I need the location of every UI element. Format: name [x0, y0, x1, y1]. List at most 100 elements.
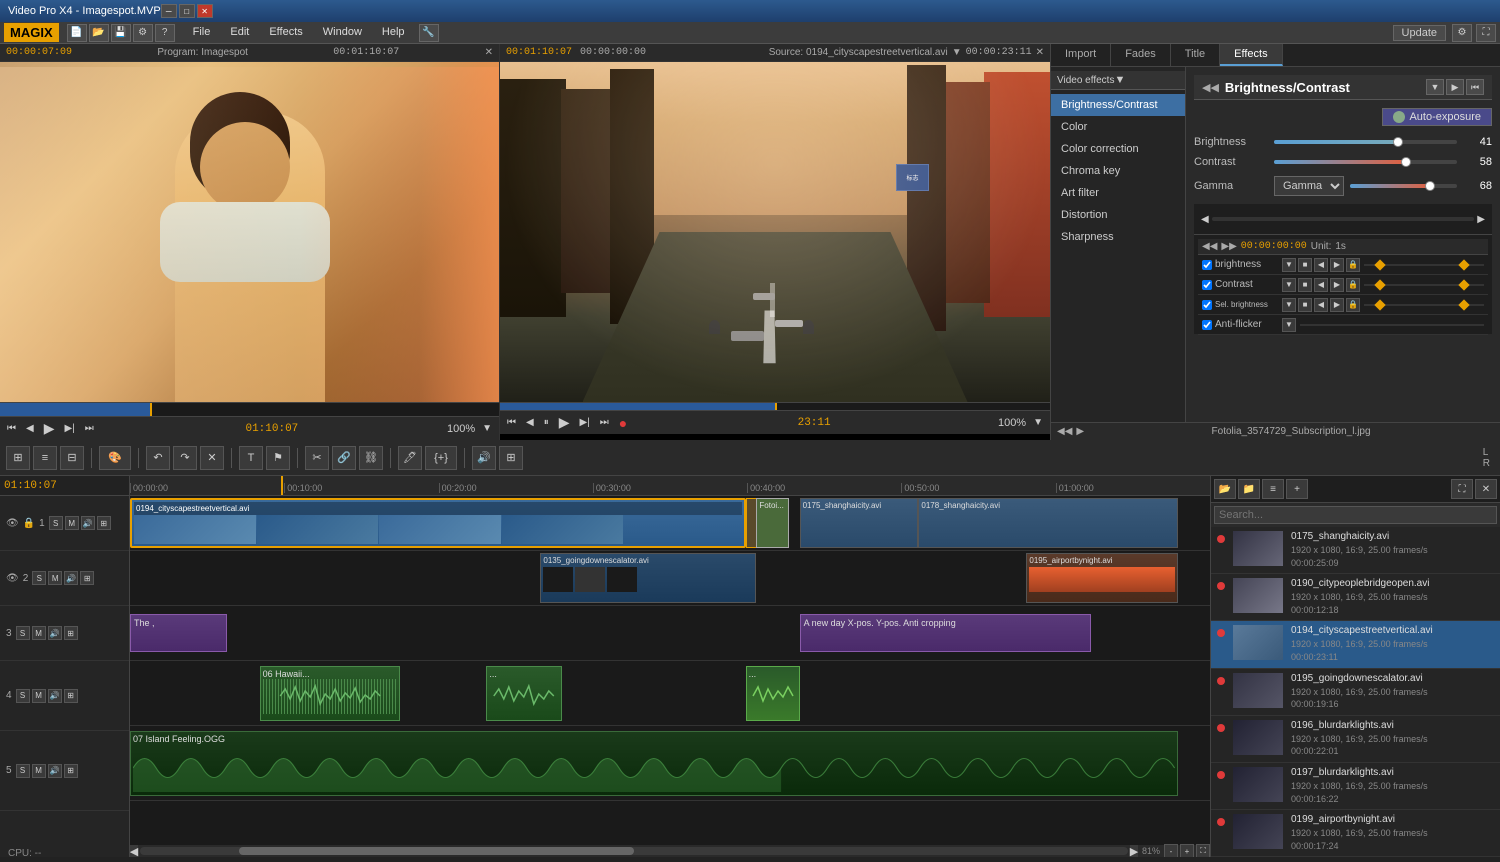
effect-item-brightness[interactable]: Brightness/Contrast — [1051, 94, 1185, 116]
track-2-visibility[interactable]: 👁 — [6, 573, 19, 584]
add-effect-btn[interactable]: {+} — [425, 446, 457, 470]
track-4-vol[interactable]: 🔊 — [48, 689, 62, 703]
track-btn[interactable]: ⊟ — [60, 446, 84, 470]
ctrl-prev-frame-btn[interactable]: ◀ — [23, 423, 37, 434]
center-record-btn[interactable]: ● — [616, 415, 630, 431]
undo-btn[interactable]: ↶ — [146, 446, 170, 470]
new-icon[interactable]: 📄 — [67, 24, 87, 42]
zoom-down-left[interactable]: ▼ — [479, 423, 495, 434]
clip-audio-2[interactable]: ... — [486, 666, 562, 721]
help-icon[interactable]: ? — [155, 24, 175, 42]
track-2-fx[interactable]: ⊞ — [80, 571, 94, 585]
media-item-0195[interactable]: 0195_goingdownescalator.avi 1920 x 1080,… — [1211, 669, 1500, 716]
media-item-0196[interactable]: 0196_blurdarklights.avi 1920 x 1080, 16:… — [1211, 716, 1500, 763]
kf-brightness-checkbox[interactable] — [1202, 260, 1212, 270]
media-item-0197[interactable]: 0197_blurdarklights.avi 1920 x 1080, 16:… — [1211, 763, 1500, 810]
center-ctrl-play[interactable]: ▶ — [556, 414, 573, 431]
trim-btn[interactable]: ✂ — [305, 446, 329, 470]
redo-btn[interactable]: ↷ — [173, 446, 197, 470]
scroll-left-btn[interactable]: ◀ — [1198, 214, 1212, 225]
clip-0175[interactable]: 0175_shanghaicity.avi — [800, 498, 919, 548]
marker-btn[interactable]: ⚑ — [266, 446, 290, 470]
track-1-visibility[interactable]: 👁 — [6, 518, 19, 529]
menu-window[interactable]: Window — [313, 24, 372, 42]
kf-g-btn-5[interactable]: 🔒 — [1346, 298, 1360, 312]
track-3-fx[interactable]: ⊞ — [64, 626, 78, 640]
playhead[interactable] — [281, 476, 283, 495]
center-ctrl-prev[interactable]: ◀ — [523, 417, 537, 428]
window-controls[interactable]: ─ □ ✕ — [161, 4, 213, 18]
menu-file[interactable]: File — [183, 24, 221, 42]
center-timebar[interactable] — [500, 402, 1050, 410]
clip-hawaii[interactable]: 06 Hawaii... — [260, 666, 400, 721]
center-dropdown-icon[interactable]: ▼ — [952, 47, 962, 58]
clip-airport[interactable]: 0195_airportbynight.avi — [1026, 553, 1177, 603]
kf-af-btn-1[interactable]: ▼ — [1282, 318, 1296, 332]
media-item-0194[interactable]: 0194_cityscapestreetvertical.avi 1920 x … — [1211, 621, 1500, 668]
nav-back-icon[interactable]: ◀◀ — [1057, 426, 1072, 437]
fullscreen-btn[interactable]: ⛶ — [1476, 24, 1496, 42]
fx-btn[interactable]: 🎨 — [99, 446, 131, 470]
media-item-0190[interactable]: 0190_citypeoplebridgeopen.avi 1920 x 108… — [1211, 574, 1500, 621]
effects-dropdown-icon[interactable]: ▼ — [1114, 74, 1125, 86]
zoom-down-right[interactable]: ▼ — [1030, 417, 1046, 428]
effect-item-color-correction[interactable]: Color correction — [1051, 138, 1185, 160]
editor-nav-down[interactable]: ▼ — [1426, 79, 1444, 95]
back-nav-icon[interactable]: ◀◀ — [1202, 81, 1219, 94]
menu-edit[interactable]: Edit — [220, 24, 259, 42]
list-btn[interactable]: ≡ — [33, 446, 57, 470]
media-tab-folder[interactable]: 📁 — [1238, 479, 1260, 499]
effect-item-distortion[interactable]: Distortion — [1051, 204, 1185, 226]
kf-btn-2[interactable]: ■ — [1298, 258, 1312, 272]
menu-extra-icon[interactable]: 🔧 — [419, 24, 439, 42]
track-1-vol[interactable]: 🔊 — [81, 516, 95, 530]
center-ctrl-play-pause[interactable]: ⏸ — [541, 417, 552, 428]
tab-title[interactable]: Title — [1171, 44, 1220, 66]
gamma-slider[interactable] — [1350, 184, 1457, 188]
kf-nav-left[interactable]: ◀◀ — [1202, 241, 1217, 252]
kf-btn-1[interactable]: ▼ — [1282, 258, 1296, 272]
tab-fades[interactable]: Fades — [1111, 44, 1171, 66]
kf-c-btn-1[interactable]: ▼ — [1282, 278, 1296, 292]
media-maximize[interactable]: ⛶ — [1451, 479, 1473, 499]
kf-btn-5[interactable]: 🔒 — [1346, 258, 1360, 272]
kf-btn-3[interactable]: ◀ — [1314, 258, 1328, 272]
kf-g-btn-4[interactable]: ▶ — [1330, 298, 1344, 312]
media-tab-add[interactable]: + — [1286, 479, 1308, 499]
clip-anewday[interactable]: A new day X-pos. Y-pos. Anti cropping — [800, 614, 1092, 652]
track-1-s[interactable]: S — [49, 516, 63, 530]
mixer-btn[interactable]: ⊞ — [499, 446, 523, 470]
link-btn[interactable]: 🔗 — [332, 446, 356, 470]
scroll-right-arrow[interactable]: ▶ — [1130, 845, 1138, 857]
center-ctrl-next[interactable]: ▶| — [576, 417, 592, 428]
kf-nav-right[interactable]: ▶▶ — [1221, 241, 1236, 252]
effect-item-color[interactable]: Color — [1051, 116, 1185, 138]
clip-0178[interactable]: 0178_shanghaicity.avi — [918, 498, 1177, 548]
clip-the[interactable]: The , — [130, 614, 227, 652]
media-close[interactable]: ✕ — [1475, 479, 1497, 499]
delete-btn[interactable]: ✕ — [200, 446, 224, 470]
contrast-slider[interactable] — [1274, 160, 1457, 164]
clip-escalator[interactable]: 0135_goingdownescalator.avi — [540, 553, 756, 603]
gamma-select[interactable]: Gamma — [1274, 176, 1344, 196]
track-2-s[interactable]: S — [32, 571, 46, 585]
close-btn[interactable]: ✕ — [197, 4, 213, 18]
zoom-out[interactable]: - — [1164, 844, 1178, 857]
maximize-btn[interactable]: □ — [179, 4, 195, 18]
kf-btn-4[interactable]: ▶ — [1330, 258, 1344, 272]
fullscreen-tl[interactable]: ⛶ — [1196, 844, 1210, 857]
kf-contrast-checkbox[interactable] — [1202, 280, 1212, 290]
clip-fotolia[interactable]: Fotoi... — [756, 498, 788, 548]
kf-g-btn-1[interactable]: ▼ — [1282, 298, 1296, 312]
kf-antiflicker-checkbox[interactable] — [1202, 320, 1212, 330]
center-ctrl-end[interactable]: ⏭ — [597, 417, 612, 428]
media-item-0175[interactable]: 0175_shanghaicity.avi 1920 x 1080, 16:9,… — [1211, 527, 1500, 574]
track-5-s[interactable]: S — [16, 764, 30, 778]
media-tab-list[interactable]: ≡ — [1262, 479, 1284, 499]
ctrl-to-start-btn[interactable]: ⏮ — [4, 423, 19, 434]
kf-c-btn-5[interactable]: 🔒 — [1346, 278, 1360, 292]
track-1-m[interactable]: M — [65, 516, 79, 530]
ctrl-play-btn[interactable]: ▶ — [41, 420, 58, 437]
tab-effects[interactable]: Effects — [1220, 44, 1282, 66]
track-4-s[interactable]: S — [16, 689, 30, 703]
